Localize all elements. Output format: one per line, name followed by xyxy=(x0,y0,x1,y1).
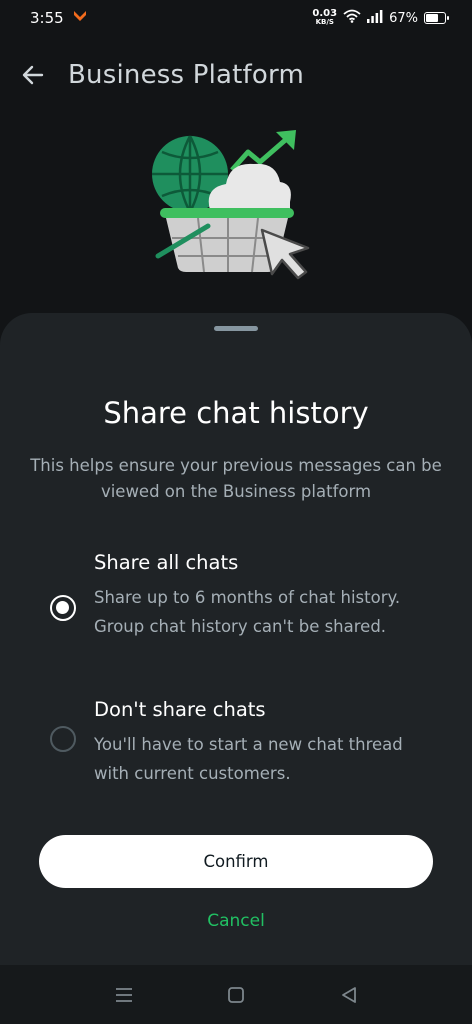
arrow-left-icon xyxy=(22,65,44,85)
status-bar: 3:55 0.03 KB/S 67% xyxy=(0,0,472,36)
back-button[interactable] xyxy=(18,60,48,90)
sheet-title: Share chat history xyxy=(103,396,369,430)
notification-app-icon xyxy=(72,9,88,27)
status-time: 3:55 xyxy=(30,9,64,27)
option-description: You'll have to start a new chat thread w… xyxy=(94,735,403,783)
home-icon[interactable] xyxy=(224,983,248,1007)
option-label: Share all chats xyxy=(94,551,239,574)
sheet-description: This helps ensure your previous messages… xyxy=(30,456,442,501)
battery-percent: 67% xyxy=(389,10,418,26)
option-label: Don't share chats xyxy=(94,698,266,721)
page-title: Business Platform xyxy=(68,60,304,90)
net-speed: 0.03 KB/S xyxy=(312,9,337,27)
status-right: 0.03 KB/S 67% xyxy=(312,9,449,27)
net-speed-value: 0.03 xyxy=(312,8,338,19)
option-dont-share-chats[interactable]: Don't share chats You'll have to start a… xyxy=(0,698,472,788)
battery-icon xyxy=(424,12,449,24)
app-bar: Business Platform xyxy=(0,44,472,106)
status-left: 3:55 xyxy=(30,9,88,27)
bottom-sheet: Share chat history This helps ensure you… xyxy=(0,313,472,965)
confirm-button[interactable]: Confirm xyxy=(39,835,433,888)
option-share-all-chats[interactable]: Share all chats Share up to 6 months of … xyxy=(0,551,472,669)
cancel-button[interactable]: Cancel xyxy=(0,911,472,931)
net-speed-unit: KB/S xyxy=(315,18,334,26)
battery-fill xyxy=(426,14,439,22)
signal-icon xyxy=(367,9,383,27)
menu-icon[interactable] xyxy=(112,983,136,1007)
system-nav-bar xyxy=(0,965,472,1024)
drag-handle[interactable] xyxy=(214,326,258,331)
business-basket-illustration xyxy=(148,126,318,281)
option-description: Share up to 6 months of chat history. Gr… xyxy=(94,588,401,636)
back-triangle-icon[interactable] xyxy=(337,983,361,1007)
radio-share-all-chats[interactable] xyxy=(50,595,76,621)
wifi-icon xyxy=(343,9,361,27)
radio-dont-share-chats[interactable] xyxy=(50,726,76,752)
